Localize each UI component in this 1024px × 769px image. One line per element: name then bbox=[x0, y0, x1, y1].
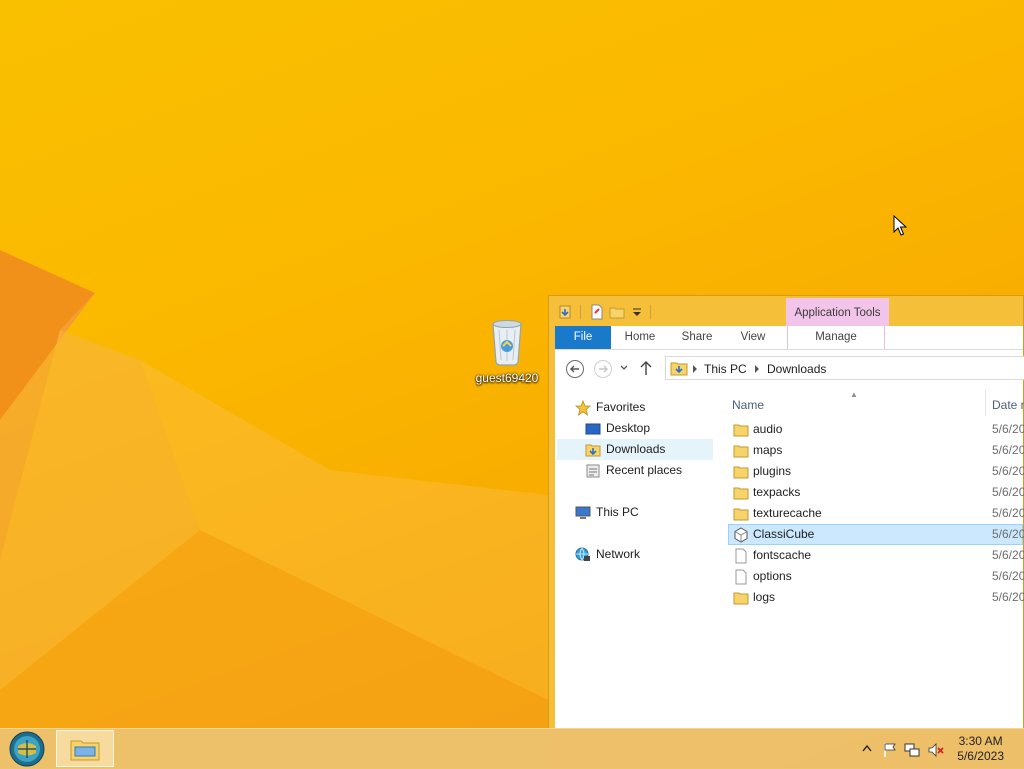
ribbon-tabs: File Home Share View Manage bbox=[555, 326, 1023, 350]
computer-icon bbox=[575, 506, 591, 519]
breadcrumb-chevron-right-icon[interactable] bbox=[754, 365, 760, 373]
folder-icon bbox=[733, 466, 749, 479]
file-date: 5/6/20 bbox=[992, 464, 1024, 478]
star-icon bbox=[575, 400, 591, 416]
breadcrumb-downloads[interactable]: Downloads bbox=[767, 362, 826, 376]
file-name: audio bbox=[753, 422, 783, 436]
file-row-classicube[interactable]: ClassiCube 5/6/20 bbox=[728, 524, 1024, 545]
title-bar[interactable]: Application Tools bbox=[549, 296, 1023, 327]
network-status-icon[interactable] bbox=[904, 742, 920, 758]
file-name: fontscache bbox=[753, 548, 812, 562]
file-date: 5/6/20 bbox=[992, 527, 1024, 541]
file-row-options[interactable]: options 5/6/20 bbox=[728, 566, 1024, 587]
column-header-date[interactable]: Date m bbox=[992, 398, 1024, 412]
downloads-folder-icon bbox=[670, 362, 688, 376]
clock[interactable]: 3:30 AM 5/6/2023 bbox=[957, 734, 1004, 764]
file-name: texturecache bbox=[753, 506, 822, 520]
file-date: 5/6/20 bbox=[992, 569, 1024, 583]
clock-date: 5/6/2023 bbox=[957, 749, 1004, 763]
start-orb-icon[interactable] bbox=[8, 731, 46, 767]
file-date: 5/6/20 bbox=[992, 506, 1024, 520]
navigation-bar: This PC Downloads bbox=[555, 350, 1024, 386]
nav-label: Network bbox=[596, 547, 641, 561]
folder-icon bbox=[733, 424, 749, 437]
tab-share[interactable]: Share bbox=[669, 326, 725, 349]
explorer-content: Favorites Desktop Downloads Recent place… bbox=[555, 386, 1024, 729]
network-icon bbox=[575, 547, 590, 561]
folder-icon bbox=[733, 445, 749, 458]
file-row-texturecache[interactable]: texturecache 5/6/20 bbox=[728, 503, 1024, 524]
taskbar-file-explorer-button[interactable] bbox=[56, 730, 114, 767]
file-explorer-icon bbox=[70, 740, 100, 761]
file-row-texpacks[interactable]: texpacks 5/6/20 bbox=[728, 482, 1024, 503]
action-center-flag-icon[interactable] bbox=[882, 742, 898, 758]
back-arrow-icon[interactable] bbox=[565, 359, 585, 379]
file-row-maps[interactable]: maps 5/6/20 bbox=[728, 440, 1024, 461]
recent-locations-chevron-down-icon[interactable] bbox=[619, 364, 629, 372]
tab-home[interactable]: Home bbox=[611, 326, 669, 349]
file-explorer-window[interactable]: Application Tools File Home Share View M… bbox=[548, 295, 1024, 730]
column-header-name[interactable]: Name bbox=[732, 398, 764, 412]
tab-file[interactable]: File bbox=[555, 326, 611, 349]
taskbar: 3:30 AM 5/6/2023 bbox=[0, 728, 1024, 769]
mouse-cursor-icon bbox=[893, 215, 907, 236]
file-row-logs[interactable]: logs 5/6/20 bbox=[728, 587, 1024, 608]
column-divider[interactable] bbox=[985, 390, 986, 416]
file-name: texpacks bbox=[753, 485, 801, 499]
downloads-icon bbox=[585, 444, 601, 457]
file-name: logs bbox=[753, 590, 776, 604]
application-cube-icon bbox=[734, 527, 748, 543]
navigation-pane: Favorites Desktop Downloads Recent place… bbox=[555, 386, 725, 729]
file-icon bbox=[735, 548, 747, 564]
new-document-icon[interactable] bbox=[589, 304, 605, 320]
file-date: 5/6/20 bbox=[992, 443, 1024, 457]
folder-icon bbox=[733, 487, 749, 500]
nav-label: Favorites bbox=[596, 400, 646, 414]
tab-view[interactable]: View bbox=[725, 326, 781, 349]
recycle-bin-desktop-icon[interactable]: guest69420 bbox=[474, 318, 540, 385]
recent-places-icon bbox=[586, 464, 600, 478]
volume-muted-icon[interactable] bbox=[928, 742, 944, 758]
file-date: 5/6/20 bbox=[992, 590, 1024, 604]
file-icon bbox=[735, 569, 747, 585]
file-row-plugins[interactable]: plugins 5/6/20 bbox=[728, 461, 1024, 482]
file-row-audio[interactable]: audio 5/6/20 bbox=[728, 419, 1024, 440]
properties-icon[interactable] bbox=[557, 304, 573, 320]
forward-arrow-icon[interactable] bbox=[593, 359, 613, 379]
sort-ascending-icon: ▲ bbox=[850, 390, 858, 399]
file-date: 5/6/20 bbox=[992, 548, 1024, 562]
nav-label: Recent places bbox=[606, 463, 683, 477]
show-hidden-icons-chevron-up-icon[interactable] bbox=[862, 744, 872, 752]
file-name: ClassiCube bbox=[753, 527, 815, 541]
file-list: ▲ Name Date m audio 5/6/20 maps 5/6/20 p… bbox=[726, 386, 1024, 729]
file-row-fontscache[interactable]: fontscache 5/6/20 bbox=[728, 545, 1024, 566]
nav-label: This PC bbox=[596, 505, 639, 519]
recycle-bin-label: guest69420 bbox=[475, 371, 539, 385]
file-date: 5/6/20 bbox=[992, 422, 1024, 436]
file-name: plugins bbox=[753, 464, 792, 478]
desktop-icon bbox=[585, 423, 601, 435]
nav-label: Desktop bbox=[606, 421, 651, 435]
tab-manage[interactable]: Manage bbox=[787, 326, 885, 349]
file-name: maps bbox=[753, 443, 783, 457]
file-date: 5/6/20 bbox=[992, 485, 1024, 499]
system-tray: 3:30 AM 5/6/2023 bbox=[834, 729, 1024, 769]
file-name: options bbox=[753, 569, 792, 583]
breadcrumb-chevron-right-icon[interactable] bbox=[692, 365, 698, 373]
up-arrow-icon[interactable] bbox=[639, 360, 653, 376]
customize-qat-chevron-down-icon[interactable] bbox=[629, 304, 645, 320]
nav-label: Downloads bbox=[606, 442, 666, 456]
address-bar[interactable]: This PC Downloads bbox=[665, 356, 1024, 380]
breadcrumb-this-pc[interactable]: This PC bbox=[704, 362, 747, 376]
folder-icon bbox=[733, 592, 749, 605]
clock-time: 3:30 AM bbox=[958, 734, 1003, 748]
new-folder-icon[interactable] bbox=[609, 304, 625, 320]
recycle-bin-icon bbox=[492, 320, 522, 366]
application-tools-tab-group: Application Tools bbox=[786, 298, 889, 326]
folder-icon bbox=[733, 508, 749, 521]
